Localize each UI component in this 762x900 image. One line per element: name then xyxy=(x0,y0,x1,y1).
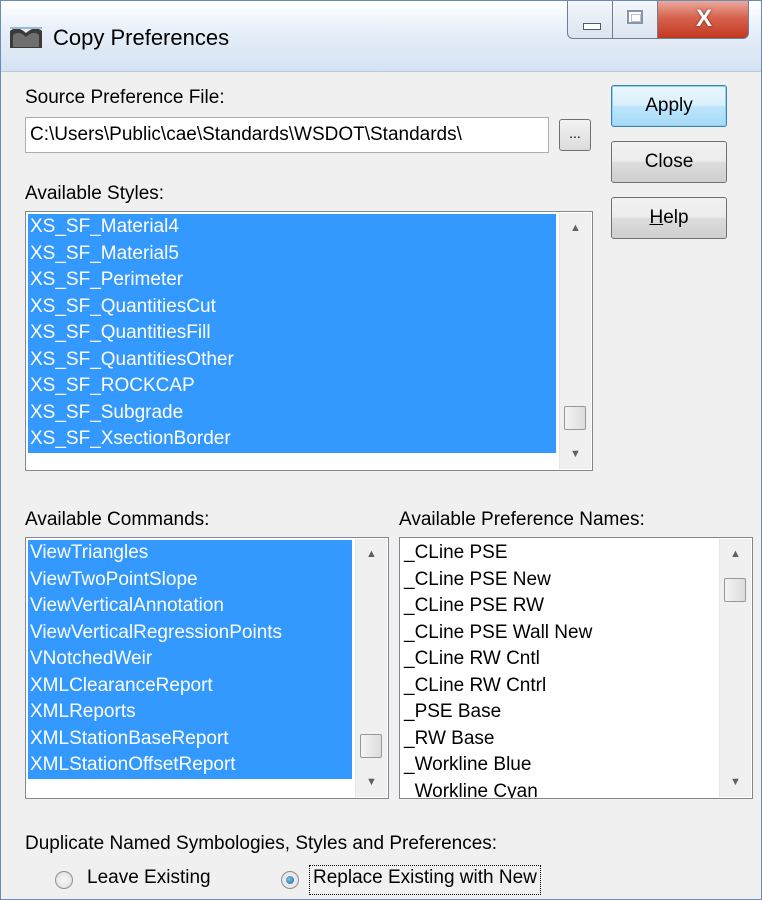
list-item[interactable]: _CLine RW Cntl xyxy=(402,646,716,673)
list-item[interactable]: XMLReports xyxy=(28,699,352,726)
list-item[interactable]: XS_SF_Material5 xyxy=(28,240,556,267)
styles-scrollbar[interactable]: ▲ ▼ xyxy=(559,213,591,469)
list-item[interactable]: XS_SF_Subgrade xyxy=(28,399,556,426)
list-item[interactable]: _PSE Base xyxy=(402,699,716,726)
list-item[interactable]: XMLStationBaseReport xyxy=(28,725,352,752)
scroll-up-arrow-icon[interactable]: ▲ xyxy=(720,539,751,569)
list-item[interactable]: XS_SF_Material4 xyxy=(28,214,556,241)
list-item[interactable]: ViewVerticalAnnotation xyxy=(28,593,352,620)
scroll-down-arrow-icon[interactable]: ▼ xyxy=(720,767,751,797)
available-preference-names-label: Available Preference Names: xyxy=(399,509,645,530)
scroll-down-arrow-icon[interactable]: ▼ xyxy=(356,767,387,797)
list-item[interactable]: _RW Base xyxy=(402,726,716,753)
list-item[interactable]: XS_SF_QuantitiesFill xyxy=(28,320,556,347)
minimize-icon xyxy=(583,23,601,30)
scroll-up-arrow-icon[interactable]: ▲ xyxy=(356,539,387,569)
help-label-rest: elp xyxy=(663,207,689,228)
title-bar[interactable]: Copy Preferences X xyxy=(1,1,761,72)
commands-scrollbar[interactable]: ▲ ▼ xyxy=(355,539,387,797)
copy-preferences-dialog: Copy Preferences X Source Preference Fil… xyxy=(0,0,762,900)
replace-existing-radio[interactable] xyxy=(281,871,299,889)
available-commands-list[interactable]: ViewTriangles ViewTwoPointSlope ViewVert… xyxy=(25,537,389,799)
list-item[interactable]: _Workline Blue xyxy=(402,752,716,779)
list-item[interactable]: _CLine PSE RW xyxy=(402,593,716,620)
scroll-thumb[interactable] xyxy=(564,406,586,431)
list-item[interactable]: _Workline Cyan xyxy=(402,779,716,799)
help-button[interactable]: Help xyxy=(611,197,727,239)
close-window-button[interactable]: X xyxy=(657,1,749,39)
available-commands-label: Available Commands: xyxy=(25,509,210,530)
copy-preferences-app-icon xyxy=(10,27,42,48)
list-item[interactable]: VNotchedWeir xyxy=(28,646,352,673)
list-item[interactable]: ViewTwoPointSlope xyxy=(28,566,352,593)
list-item[interactable]: XS_SF_ROCKCAP xyxy=(28,373,556,400)
list-item[interactable]: _CLine PSE Wall New xyxy=(402,620,716,647)
list-item[interactable]: _CLine PSE New xyxy=(402,567,716,594)
scroll-thumb[interactable] xyxy=(724,577,746,602)
available-styles-list[interactable]: XS_SF_Material4 XS_SF_Material5 XS_SF_Pe… xyxy=(25,211,593,471)
list-item[interactable]: _CLine PSE xyxy=(402,540,716,567)
list-item[interactable]: XS_SF_QuantitiesCut xyxy=(28,293,556,320)
window-title: Copy Preferences xyxy=(53,25,230,50)
list-item[interactable]: XS_SF_QuantitiesOther xyxy=(28,346,556,373)
help-mnemonic: H xyxy=(649,207,664,228)
list-item[interactable]: XS_SF_Perimeter xyxy=(28,267,556,294)
duplicate-handling-label: Duplicate Named Symbologies, Styles and … xyxy=(25,833,498,854)
list-item[interactable]: ViewTriangles xyxy=(28,540,352,567)
available-preference-names-list[interactable]: _CLine PSE _CLine PSE New _CLine PSE RW … xyxy=(399,537,753,799)
close-button[interactable]: Close xyxy=(611,141,727,183)
minimize-button[interactable] xyxy=(567,1,613,39)
scroll-thumb[interactable] xyxy=(360,734,382,759)
list-item[interactable]: _CLine RW Cntrl xyxy=(402,673,716,700)
source-preference-file-input[interactable]: C:\Users\Public\cae\Standards\WSDOT\Stan… xyxy=(25,117,549,153)
leave-existing-label[interactable]: Leave Existing xyxy=(87,867,211,889)
maximize-icon xyxy=(627,10,643,24)
list-item[interactable]: XMLClearanceReport xyxy=(28,672,352,699)
list-item[interactable]: ViewVerticalRegressionPoints xyxy=(28,619,352,646)
scroll-down-arrow-icon[interactable]: ▼ xyxy=(560,439,591,469)
close-icon: X xyxy=(695,5,712,32)
browse-button[interactable]: ... xyxy=(559,119,591,151)
leave-existing-radio[interactable] xyxy=(55,871,73,889)
maximize-button xyxy=(612,1,658,39)
source-preference-file-label: Source Preference File: xyxy=(25,87,225,108)
apply-button[interactable]: Apply xyxy=(611,85,727,127)
scroll-up-arrow-icon[interactable]: ▲ xyxy=(560,213,591,243)
replace-existing-label[interactable]: Replace Existing with New xyxy=(313,867,537,889)
list-item[interactable]: XMLStationOffsetReport xyxy=(28,752,352,779)
available-styles-label: Available Styles: xyxy=(25,183,165,204)
list-item[interactable]: XS_SF_XsectionBorder xyxy=(28,426,556,453)
preference-names-scrollbar[interactable]: ▲ ▼ xyxy=(719,539,751,797)
